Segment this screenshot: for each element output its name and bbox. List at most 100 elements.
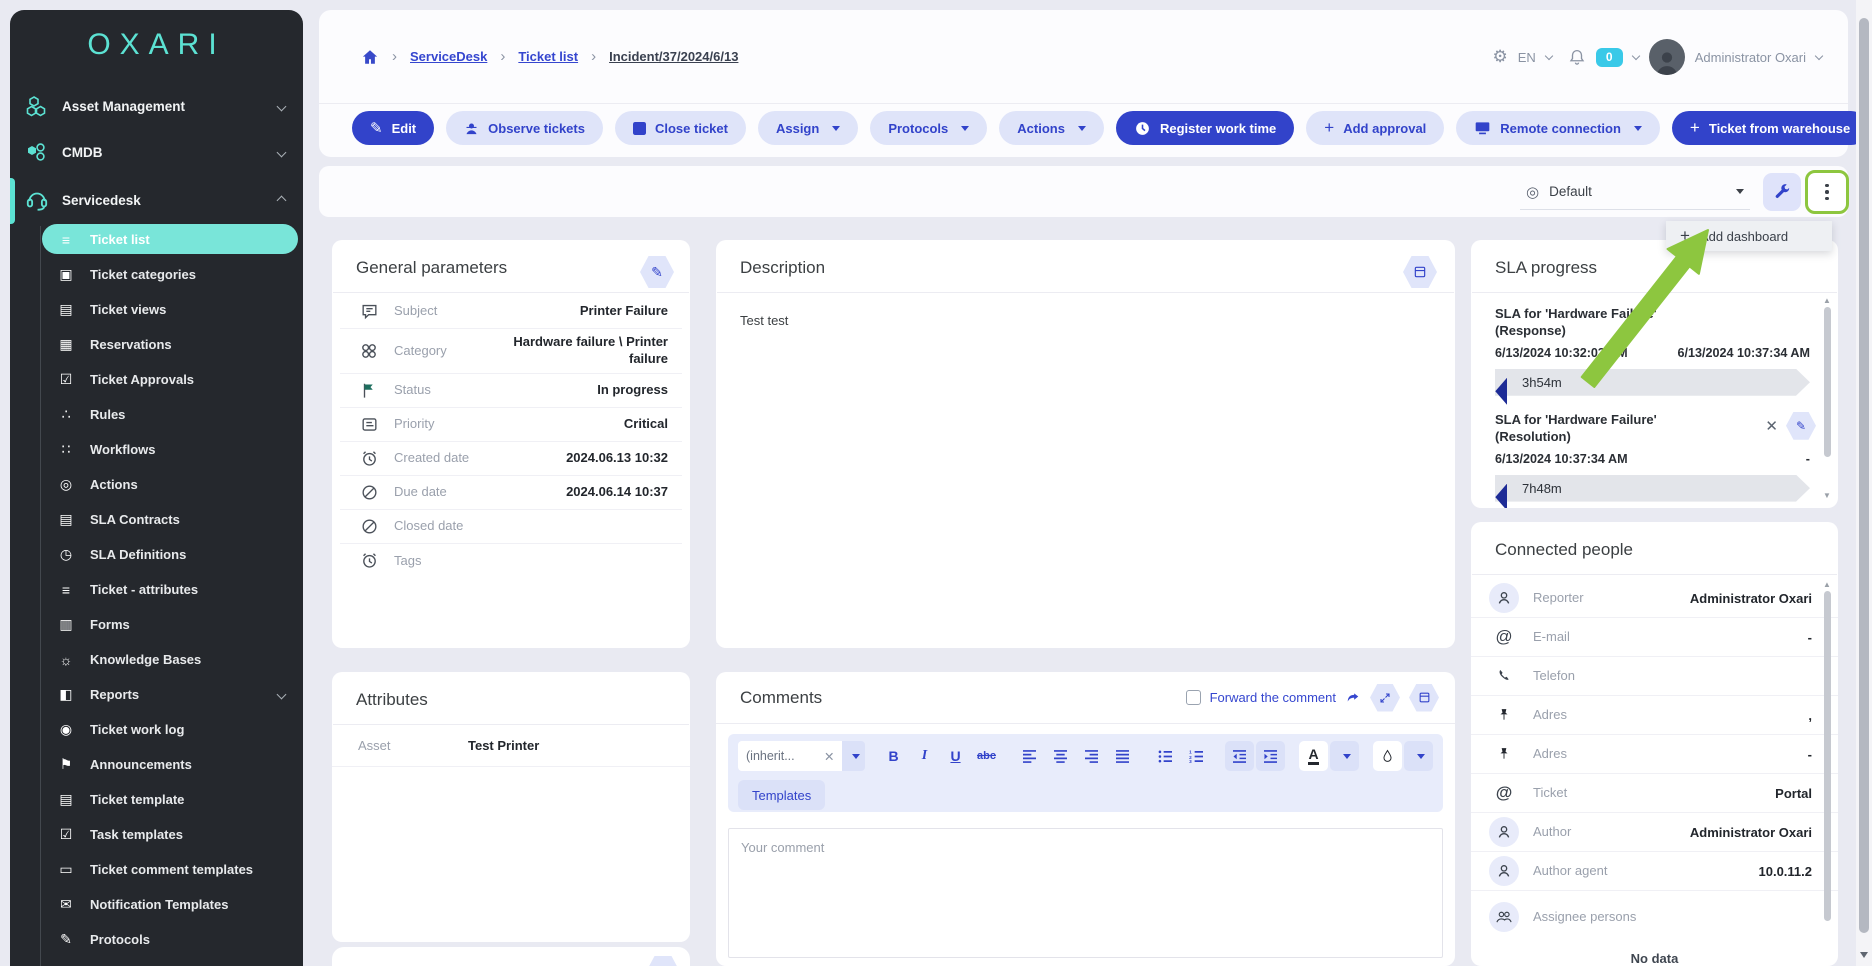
bullet-list-button[interactable]	[1151, 741, 1180, 771]
bell-icon[interactable]	[1568, 48, 1586, 66]
page-scrollbar[interactable]	[1856, 0, 1872, 966]
sidebar-item-sla-contracts[interactable]: ▤ SLA Contracts	[10, 502, 303, 537]
sidebar-item-protocols[interactable]: ✎ Protocols	[10, 922, 303, 957]
sidebar-item-actions[interactable]: ◎ Actions	[10, 467, 303, 502]
align-right-button[interactable]	[1077, 741, 1106, 771]
italic-button[interactable]: I	[910, 741, 939, 771]
sidebar-item-sla-definitions[interactable]: ◷ SLA Definitions	[10, 537, 303, 572]
chevron-down-icon[interactable]	[1545, 51, 1553, 59]
sidebar-item-servicedesk[interactable]: Servicedesk	[10, 182, 303, 218]
breadcrumb-incident[interactable]: Incident/37/2024/6/13	[609, 49, 738, 64]
indent-button[interactable]	[1256, 741, 1285, 771]
chevron-down-icon[interactable]	[1815, 51, 1823, 59]
edit-button[interactable]: ✎ Edit	[352, 111, 434, 145]
expand-panel-button[interactable]	[1370, 684, 1400, 712]
people-row-address-2: Adres -	[1471, 735, 1838, 774]
add-approval-button[interactable]: + Add approval	[1306, 111, 1444, 145]
breadcrumb-ticket-list[interactable]: Ticket list	[518, 49, 578, 64]
add-dashboard-menu-item[interactable]: + Add dashboard	[1666, 221, 1832, 251]
sidebar-item-reservations[interactable]: ▦ Reservations	[10, 327, 303, 362]
sidebar-item-ticket-categories[interactable]: ▣ Ticket categories	[10, 257, 303, 292]
sidebar-item-notification-templates[interactable]: ✉ Notification Templates	[10, 887, 303, 922]
clear-font-icon[interactable]: ✕	[824, 749, 834, 764]
align-justify-button[interactable]	[1108, 741, 1137, 771]
dashboard-more-options-button[interactable]	[1805, 170, 1849, 214]
bulb-icon: ☼	[56, 652, 76, 668]
clock-icon	[1134, 120, 1151, 137]
register-work-time-button[interactable]: Register work time	[1116, 111, 1294, 145]
sidebar-item-rules[interactable]: ∴ Rules	[10, 397, 303, 432]
collapse-panel-button[interactable]	[1409, 684, 1439, 712]
outdent-button[interactable]	[1225, 741, 1254, 771]
observe-tickets-button[interactable]: Observe tickets	[446, 111, 603, 145]
sidebar-item-ticket-views[interactable]: ▤ Ticket views	[10, 292, 303, 327]
param-row-subject: Subject Printer Failure	[340, 295, 682, 329]
remove-sla-icon[interactable]: ✕	[1765, 417, 1778, 435]
scrollbar-down-arrow[interactable]	[1860, 952, 1868, 958]
highlight-color-button[interactable]	[1373, 741, 1402, 771]
people-row-reporter: Reporter Administrator Oxari	[1471, 579, 1838, 618]
assign-button[interactable]: Assign	[758, 111, 858, 145]
actions-button[interactable]: Actions	[999, 111, 1104, 145]
chevron-down-icon	[277, 101, 287, 111]
description-panel: Description Test test	[716, 240, 1455, 648]
align-left-button[interactable]	[1015, 741, 1044, 771]
dashboard-select[interactable]: ◎ Default	[1520, 174, 1750, 210]
sidebar-item-forms[interactable]: ▥ Forms	[10, 607, 303, 642]
comment-input[interactable]: Your comment	[728, 828, 1443, 958]
align-center-button[interactable]	[1046, 741, 1075, 771]
sidebar-item-ticket-comment-templates[interactable]: ▭ Ticket comment templates	[10, 852, 303, 887]
forward-comment-label[interactable]: Forward the comment	[1210, 690, 1336, 705]
avatar[interactable]	[1649, 39, 1685, 75]
people-scrollbar[interactable]: ▲	[1823, 580, 1831, 954]
ticket-from-warehouse-button[interactable]: + Ticket from warehouse	[1672, 111, 1868, 145]
bold-button[interactable]: B	[879, 741, 908, 771]
at-icon: @	[1489, 778, 1519, 808]
strikethrough-button[interactable]: abc	[972, 741, 1001, 771]
font-family-select[interactable]: (inherit... ✕	[738, 741, 865, 771]
close-ticket-button[interactable]: Close ticket	[615, 111, 746, 145]
at-icon: @	[1489, 622, 1519, 652]
breadcrumb-servicedesk[interactable]: ServiceDesk	[410, 49, 487, 64]
templates-button[interactable]: Templates	[738, 780, 825, 810]
edit-sla-button[interactable]: ✎	[1786, 412, 1816, 440]
user-name[interactable]: Administrator Oxari	[1695, 50, 1806, 65]
sidebar-item-asset-management[interactable]: Asset Management	[10, 88, 303, 124]
form-icon: ▥	[56, 616, 76, 633]
sidebar-item-workflows[interactable]: ∷ Workflows	[10, 432, 303, 467]
people-row-author: Author Administrator Oxari	[1471, 813, 1838, 852]
collapse-panel-button[interactable]	[1403, 256, 1437, 288]
text-color-button[interactable]: A	[1299, 741, 1328, 771]
sidebar-item-cmdb[interactable]: CMDB	[10, 134, 303, 170]
chevron-down-icon[interactable]	[1632, 51, 1640, 59]
highlight-color-dropdown[interactable]	[1404, 741, 1433, 771]
people-row-phone: Telefon	[1471, 657, 1838, 696]
remote-connection-button[interactable]: Remote connection	[1456, 111, 1660, 145]
edit-button-partial[interactable]	[646, 956, 680, 966]
sidebar-item-ticket-template[interactable]: ▤ Ticket template	[10, 782, 303, 817]
home-icon[interactable]	[361, 48, 379, 66]
numbered-list-button[interactable]: 123	[1182, 741, 1211, 771]
language-selector[interactable]: EN	[1518, 50, 1536, 65]
sidebar-item-task-templates[interactable]: ☑ Task templates	[10, 817, 303, 852]
pencil-icon: ✎	[651, 264, 663, 281]
settings-gear-icon[interactable]: ⚙	[1492, 47, 1507, 67]
sidebar-item-knowledge-bases[interactable]: ☼ Knowledge Bases	[10, 642, 303, 677]
sla-scrollbar[interactable]: ▲ ▼	[1823, 296, 1831, 500]
forward-comment-checkbox[interactable]	[1186, 690, 1201, 705]
protocols-button[interactable]: Protocols	[870, 111, 987, 145]
text-color-dropdown[interactable]	[1330, 741, 1359, 771]
param-row-tags: Tags	[340, 544, 682, 578]
sidebar-item-ticket-approvals[interactable]: ☑ Ticket Approvals	[10, 362, 303, 397]
sidebar-item-ticket-work-log[interactable]: ◉ Ticket work log	[10, 712, 303, 747]
sidebar-item-announcements[interactable]: ⚑ Announcements	[10, 747, 303, 782]
sidebar-item-ticket-attributes[interactable]: ≡ Ticket - attributes	[10, 572, 303, 607]
underline-button[interactable]: U	[941, 741, 970, 771]
sidebar-item-ticket-list[interactable]: ≡ Ticket list	[10, 222, 303, 257]
flag-icon	[352, 381, 386, 400]
scrollbar-thumb[interactable]	[1859, 18, 1869, 933]
dashboard-settings-wrench-button[interactable]	[1763, 173, 1801, 211]
sidebar-item-reports[interactable]: ◧ Reports	[10, 677, 303, 712]
edit-parameters-button[interactable]: ✎	[640, 256, 674, 288]
alarm-clock-icon	[352, 551, 386, 570]
